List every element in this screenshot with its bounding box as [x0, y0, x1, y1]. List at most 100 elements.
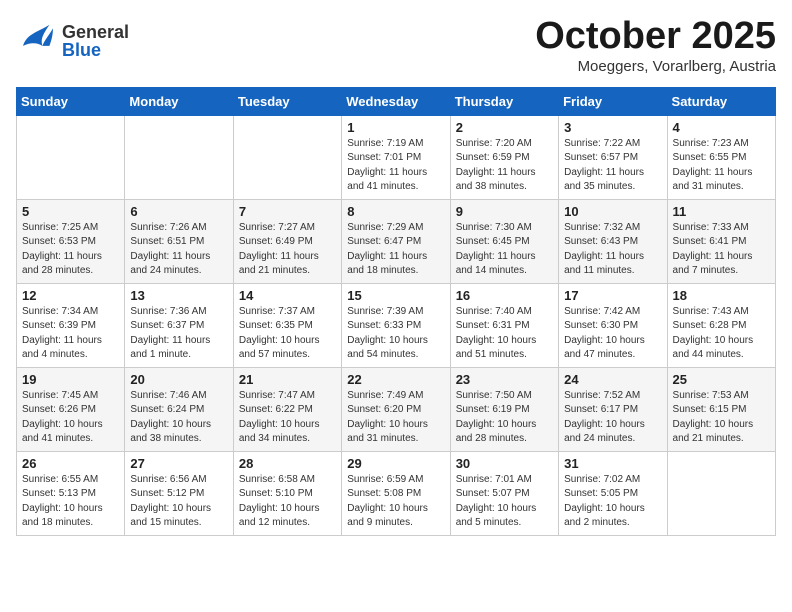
day-info: Sunrise: 7:50 AM Sunset: 6:19 PM Dayligh… — [456, 389, 553, 447]
day-number: 12 — [22, 288, 119, 303]
weekday-header-friday: Friday — [559, 87, 667, 115]
day-number: 14 — [239, 288, 336, 303]
calendar-cell: 31Sunrise: 7:02 AM Sunset: 5:05 PM Dayli… — [559, 451, 667, 535]
week-row-2: 5Sunrise: 7:25 AM Sunset: 6:53 PM Daylig… — [17, 199, 776, 283]
day-info: Sunrise: 7:29 AM Sunset: 6:47 PM Dayligh… — [347, 221, 444, 279]
day-info: Sunrise: 7:37 AM Sunset: 6:35 PM Dayligh… — [239, 305, 336, 363]
calendar-cell: 3 Sunrise: 7:22 AM Sunset: 6:57 PM Daylig… — [559, 115, 667, 199]
day-number: 15 — [347, 288, 444, 303]
week-row-1: 1Sunrise: 7:19 AM Sunset: 7:01 PM Daylig… — [17, 115, 776, 199]
day-number: 16 — [456, 288, 553, 303]
calendar-cell — [667, 451, 775, 535]
day-info: Sunrise: 6:59 AM Sunset: 5:08 PM Dayligh… — [347, 473, 444, 531]
day-info: Sunrise: 7:40 AM Sunset: 6:31 PM Dayligh… — [456, 305, 553, 363]
day-info: Sunrise: 7:02 AM Sunset: 5:05 PM Dayligh… — [564, 473, 661, 531]
day-number: 19 — [22, 372, 119, 387]
weekday-header-saturday: Saturday — [667, 87, 775, 115]
day-info: Sunrise: 7:36 AM Sunset: 6:37 PM Dayligh… — [130, 305, 227, 363]
calendar-cell: 10 Sunrise: 7:32 AM Sunset: 6:43 PM Dayli… — [559, 199, 667, 283]
day-number: 10 — [564, 204, 661, 219]
calendar-cell: 14 Sunrise: 7:37 AM Sunset: 6:35 PM Dayli… — [233, 283, 341, 367]
day-number: 5 — [22, 204, 119, 219]
day-info: Sunrise: 7:30 AM Sunset: 6:45 PM Dayligh… — [456, 221, 553, 279]
day-info: Sunrise: 6:56 AM Sunset: 5:12 PM Dayligh… — [130, 473, 227, 531]
logo-blue-text: Blue — [62, 41, 129, 59]
calendar-cell: 15 Sunrise: 7:39 AM Sunset: 6:33 PM Dayli… — [342, 283, 450, 367]
calendar-cell: 2Sunrise: 7:20 AM Sunset: 6:59 PM Daylig… — [450, 115, 558, 199]
calendar-cell: 24 Sunrise: 7:52 AM Sunset: 6:17 PM Dayli… — [559, 367, 667, 451]
day-info: Sunrise: 7:22 AM Sunset: 6:57 PM Dayligh… — [564, 137, 661, 195]
day-number: 7 — [239, 204, 336, 219]
calendar-cell: 19 Sunrise: 7:45 AM Sunset: 6:26 PM Dayli… — [17, 367, 125, 451]
month-title: October 2025 — [535, 16, 776, 58]
day-info: Sunrise: 7:32 AM Sunset: 6:43 PM Dayligh… — [564, 221, 661, 279]
week-row-3: 12Sunrise: 7:34 AM Sunset: 6:39 PM Dayli… — [17, 283, 776, 367]
day-info: Sunrise: 7:19 AM Sunset: 7:01 PM Dayligh… — [347, 137, 444, 195]
day-info: Sunrise: 7:23 AM Sunset: 6:55 PM Dayligh… — [673, 137, 770, 195]
day-number: 23 — [456, 372, 553, 387]
calendar-cell: 11 Sunrise: 7:33 AM Sunset: 6:41 PM Dayli… — [667, 199, 775, 283]
day-number: 28 — [239, 456, 336, 471]
day-number: 9 — [456, 204, 553, 219]
weekday-header-monday: Monday — [125, 87, 233, 115]
calendar-cell: 25 Sunrise: 7:53 AM Sunset: 6:15 PM Dayli… — [667, 367, 775, 451]
weekday-header-thursday: Thursday — [450, 87, 558, 115]
day-info: Sunrise: 7:45 AM Sunset: 6:26 PM Dayligh… — [22, 389, 119, 447]
day-info: Sunrise: 7:33 AM Sunset: 6:41 PM Dayligh… — [673, 221, 770, 279]
weekday-header-tuesday: Tuesday — [233, 87, 341, 115]
calendar-cell: 22 Sunrise: 7:49 AM Sunset: 6:20 PM Dayli… — [342, 367, 450, 451]
calendar-cell: 13Sunrise: 7:36 AM Sunset: 6:37 PM Dayli… — [125, 283, 233, 367]
day-number: 3 — [564, 120, 661, 135]
calendar-cell: 16 Sunrise: 7:40 AM Sunset: 6:31 PM Dayli… — [450, 283, 558, 367]
day-number: 25 — [673, 372, 770, 387]
day-info: Sunrise: 7:26 AM Sunset: 6:51 PM Dayligh… — [130, 221, 227, 279]
calendar-cell — [17, 115, 125, 199]
weekday-header-row: SundayMondayTuesdayWednesdayThursdayFrid… — [17, 87, 776, 115]
day-info: Sunrise: 7:49 AM Sunset: 6:20 PM Dayligh… — [347, 389, 444, 447]
calendar-cell: 30Sunrise: 7:01 AM Sunset: 5:07 PM Dayli… — [450, 451, 558, 535]
location-subtitle: Moeggers, Vorarlberg, Austria — [535, 58, 776, 75]
day-number: 22 — [347, 372, 444, 387]
calendar-cell: 18 Sunrise: 7:43 AM Sunset: 6:28 PM Dayli… — [667, 283, 775, 367]
calendar-cell: 1Sunrise: 7:19 AM Sunset: 7:01 PM Daylig… — [342, 115, 450, 199]
day-info: Sunrise: 6:58 AM Sunset: 5:10 PM Dayligh… — [239, 473, 336, 531]
day-number: 20 — [130, 372, 227, 387]
calendar-cell — [233, 115, 341, 199]
day-number: 24 — [564, 372, 661, 387]
calendar-cell — [125, 115, 233, 199]
calendar-cell: 6Sunrise: 7:26 AM Sunset: 6:51 PM Daylig… — [125, 199, 233, 283]
day-number: 30 — [456, 456, 553, 471]
calendar-cell: 9 Sunrise: 7:30 AM Sunset: 6:45 PM Daylig… — [450, 199, 558, 283]
day-number: 4 — [673, 120, 770, 135]
day-info: Sunrise: 7:46 AM Sunset: 6:24 PM Dayligh… — [130, 389, 227, 447]
week-row-5: 26Sunrise: 6:55 AM Sunset: 5:13 PM Dayli… — [17, 451, 776, 535]
logo-icon — [16, 16, 60, 65]
logo-label: General Blue — [62, 23, 129, 59]
calendar-cell: 7Sunrise: 7:27 AM Sunset: 6:49 PM Daylig… — [233, 199, 341, 283]
calendar-cell: 17 Sunrise: 7:42 AM Sunset: 6:30 PM Dayli… — [559, 283, 667, 367]
calendar-cell: 5Sunrise: 7:25 AM Sunset: 6:53 PM Daylig… — [17, 199, 125, 283]
day-number: 21 — [239, 372, 336, 387]
day-info: Sunrise: 7:52 AM Sunset: 6:17 PM Dayligh… — [564, 389, 661, 447]
week-row-4: 19 Sunrise: 7:45 AM Sunset: 6:26 PM Dayli… — [17, 367, 776, 451]
day-info: Sunrise: 7:20 AM Sunset: 6:59 PM Dayligh… — [456, 137, 553, 195]
day-info: Sunrise: 7:42 AM Sunset: 6:30 PM Dayligh… — [564, 305, 661, 363]
day-number: 17 — [564, 288, 661, 303]
calendar-cell: 26Sunrise: 6:55 AM Sunset: 5:13 PM Dayli… — [17, 451, 125, 535]
weekday-header-wednesday: Wednesday — [342, 87, 450, 115]
day-number: 11 — [673, 204, 770, 219]
calendar-table: SundayMondayTuesdayWednesdayThursdayFrid… — [16, 87, 776, 536]
day-info: Sunrise: 7:53 AM Sunset: 6:15 PM Dayligh… — [673, 389, 770, 447]
calendar-cell: 21Sunrise: 7:47 AM Sunset: 6:22 PM Dayli… — [233, 367, 341, 451]
calendar-cell: 28 Sunrise: 6:58 AM Sunset: 5:10 PM Dayli… — [233, 451, 341, 535]
day-number: 18 — [673, 288, 770, 303]
calendar-cell: 27 Sunrise: 6:56 AM Sunset: 5:12 PM Dayli… — [125, 451, 233, 535]
title-block: October 2025 Moeggers, Vorarlberg, Austr… — [535, 16, 776, 75]
calendar-cell: 8Sunrise: 7:29 AM Sunset: 6:47 PM Daylig… — [342, 199, 450, 283]
page-header: General Blue October 2025 Moeggers, Vora… — [16, 16, 776, 75]
day-number: 26 — [22, 456, 119, 471]
day-info: Sunrise: 7:39 AM Sunset: 6:33 PM Dayligh… — [347, 305, 444, 363]
day-info: Sunrise: 7:43 AM Sunset: 6:28 PM Dayligh… — [673, 305, 770, 363]
day-number: 27 — [130, 456, 227, 471]
calendar-cell: 4 Sunrise: 7:23 AM Sunset: 6:55 PM Daylig… — [667, 115, 775, 199]
